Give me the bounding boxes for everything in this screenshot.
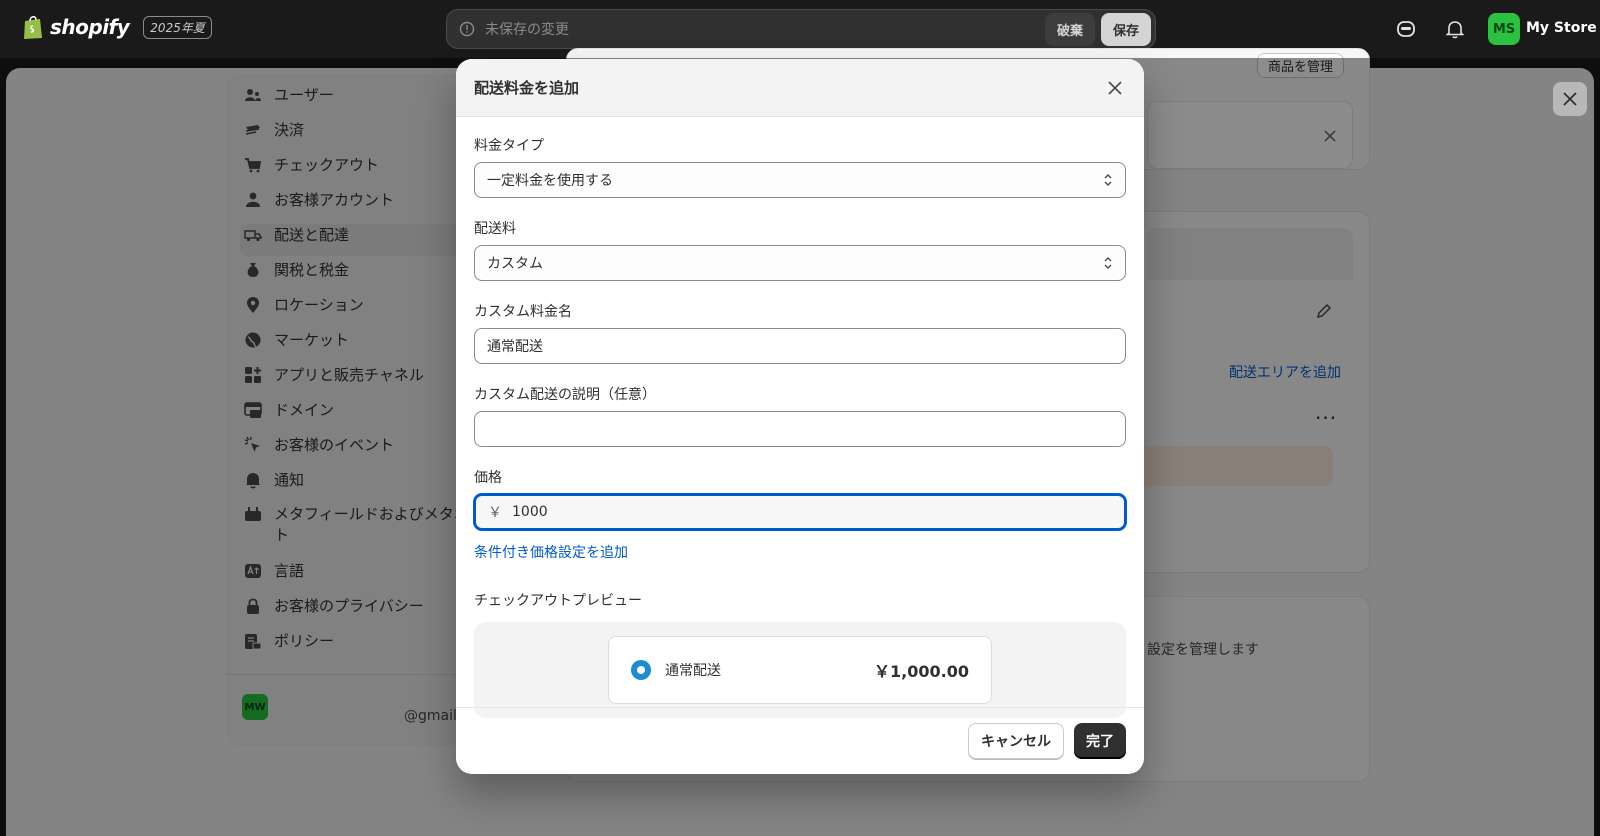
- preview-rate-name: 通常配送: [665, 663, 721, 679]
- select-chevron-icon: [1104, 174, 1112, 186]
- preview-radio: [631, 660, 651, 680]
- shopify-bag-icon: [24, 15, 42, 39]
- custom-name-label: カスタム料金名: [474, 304, 572, 320]
- preview-rate-price: ￥1,000.00: [874, 662, 969, 681]
- alert-circle-icon: [459, 21, 475, 37]
- select-chevron-icon: [1104, 257, 1112, 269]
- store-avatar[interactable]: MS: [1488, 13, 1520, 45]
- add-conditional-pricing-link[interactable]: 条件付き価格設定を追加: [474, 542, 1126, 562]
- done-button[interactable]: 完了: [1074, 723, 1126, 759]
- rate-type-value: 一定料金を使用する: [487, 173, 613, 189]
- checkout-preview-label: チェックアウトプレビュー: [474, 593, 642, 609]
- close-icon: [1563, 92, 1577, 106]
- close-icon: [1108, 80, 1122, 95]
- price-input[interactable]: ￥ 1000: [474, 494, 1126, 530]
- shipping-rate-label: 配送料: [474, 221, 516, 237]
- modal-title: 配送料金を追加: [474, 79, 580, 97]
- store-name[interactable]: My Store: [1526, 20, 1597, 36]
- sidekick-icon[interactable]: [1395, 18, 1417, 40]
- bell-icon[interactable]: [1444, 18, 1466, 40]
- rate-type-label: 料金タイプ: [474, 138, 544, 154]
- unsaved-changes-text: 未保存の変更: [485, 22, 569, 38]
- custom-description-label: カスタム配送の説明（任意）: [474, 387, 656, 403]
- custom-name-value: 通常配送: [487, 339, 543, 355]
- shipping-rate-value: カスタム: [487, 256, 543, 272]
- custom-name-input[interactable]: 通常配送: [474, 328, 1126, 364]
- price-value: 1000: [512, 504, 548, 520]
- rate-type-select[interactable]: 一定料金を使用する: [474, 162, 1126, 198]
- checkout-preview: 通常配送 ￥1,000.00: [474, 622, 1126, 718]
- price-label: 価格: [474, 470, 502, 486]
- add-shipping-rate-modal: 配送料金を追加 料金タイプ 一定料金を使用する 配送料 カスタム カスタム料金名…: [456, 59, 1144, 774]
- save-button[interactable]: 保存: [1100, 12, 1151, 46]
- shopify-logo[interactable]: shopify 2025年夏: [22, 14, 212, 40]
- modal-footer: キャンセル 完了: [456, 707, 1144, 774]
- logo-text: shopify: [50, 15, 130, 39]
- modal-header: 配送料金を追加: [456, 59, 1144, 117]
- discard-button[interactable]: 破棄: [1044, 12, 1095, 46]
- close-settings-button[interactable]: [1553, 82, 1587, 116]
- modal-close-button[interactable]: [1104, 77, 1126, 99]
- season-badge[interactable]: 2025年夏: [143, 15, 212, 39]
- currency-prefix: ￥: [488, 505, 502, 521]
- cancel-button[interactable]: キャンセル: [968, 723, 1064, 759]
- unsaved-changes-bar: 未保存の変更 破棄 保存: [446, 9, 1156, 49]
- modal-body: 料金タイプ 一定料金を使用する 配送料 カスタム カスタム料金名 通常配送 カス…: [456, 117, 1144, 718]
- custom-description-input[interactable]: [474, 411, 1126, 447]
- shipping-rate-select[interactable]: カスタム: [474, 245, 1126, 281]
- preview-rate-option: 通常配送 ￥1,000.00: [608, 636, 992, 704]
